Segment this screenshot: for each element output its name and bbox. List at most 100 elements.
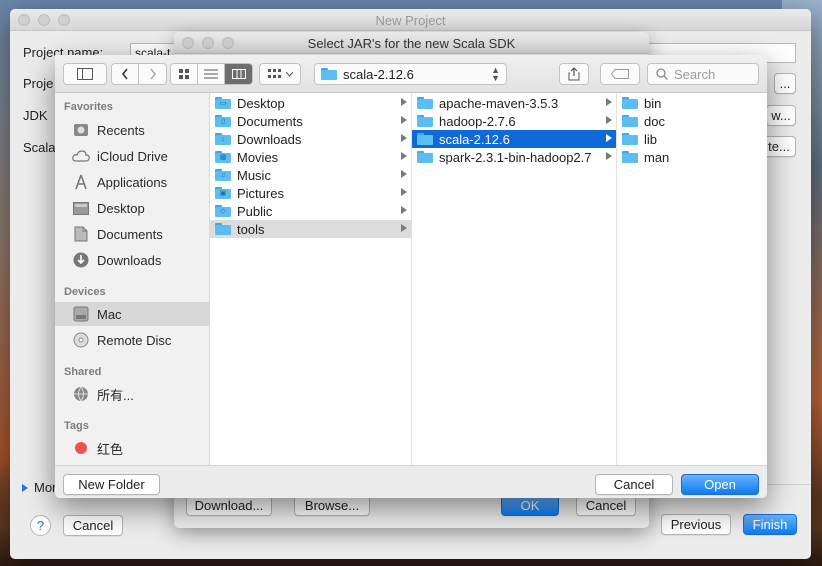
ok-button[interactable]: OK bbox=[501, 495, 559, 516]
icon-view-button[interactable] bbox=[171, 64, 198, 84]
create-scala-sdk-button[interactable]: te... bbox=[762, 136, 796, 157]
list-item[interactable]: doc bbox=[617, 112, 766, 130]
search-field[interactable]: Search bbox=[647, 63, 759, 85]
group-icon bbox=[267, 69, 281, 78]
path-popup[interactable]: scala-2.12.6 ▲ ▼ bbox=[314, 63, 507, 85]
file-chooser-footer: New Folder Cancel Open bbox=[55, 465, 767, 498]
sidebar-item-mac[interactable]: Mac bbox=[55, 302, 210, 326]
sidebar-item-shared-all[interactable]: 所有... bbox=[55, 382, 210, 406]
chevron-right-icon bbox=[401, 134, 407, 142]
open-button[interactable]: Open bbox=[681, 474, 759, 495]
grid-icon bbox=[179, 69, 189, 79]
list-item[interactable]: spark-2.3.1-bin-hadoop2.7 bbox=[412, 148, 616, 166]
forward-button[interactable] bbox=[139, 64, 166, 84]
browser-column-3: bin doc lib man bbox=[617, 93, 767, 465]
cloud-icon bbox=[72, 148, 90, 164]
chevron-right-icon bbox=[401, 170, 407, 178]
folder-icon bbox=[417, 97, 433, 109]
group-by-button[interactable] bbox=[259, 63, 301, 85]
download-button[interactable]: Download... bbox=[186, 495, 272, 516]
chevron-right-icon bbox=[606, 134, 612, 142]
file-chooser-sheet: scala-2.12.6 ▲ ▼ Search Favorites Recents… bbox=[55, 55, 767, 498]
sidebar-item-label: iCloud Drive bbox=[97, 148, 168, 164]
more-settings-toggle[interactable]: Mor bbox=[22, 480, 56, 495]
sidebar-item-documents[interactable]: Documents bbox=[55, 222, 210, 246]
folder-label: lib bbox=[644, 131, 658, 147]
list-view-button[interactable] bbox=[198, 64, 225, 84]
new-folder-button[interactable]: New Folder bbox=[63, 474, 160, 495]
dialog-cancel-button[interactable]: Cancel bbox=[576, 495, 636, 516]
downloads-icon bbox=[72, 252, 90, 268]
list-item[interactable]: ▯ Documents bbox=[210, 112, 411, 130]
sidebar-item-label: Applications bbox=[97, 174, 168, 190]
column-view-button[interactable] bbox=[225, 64, 252, 84]
tag-button[interactable] bbox=[600, 63, 640, 85]
folder-label: hadoop-2.7.6 bbox=[439, 113, 516, 129]
sidebar-item-icloud-drive[interactable]: iCloud Drive bbox=[55, 144, 210, 168]
list-item[interactable]: man bbox=[617, 148, 766, 166]
browser-column-1: ▭ Desktop ▯ Documents ↓ Downloads ▦ Movies ♫… bbox=[210, 93, 412, 465]
share-button[interactable] bbox=[559, 63, 589, 85]
updown-arrows-icon: ▲ ▼ bbox=[491, 65, 500, 83]
list-item[interactable]: apache-maven-3.5.3 bbox=[412, 94, 616, 112]
sidebar-item-recents[interactable]: Recents bbox=[55, 118, 210, 142]
favorites-header: Favorites bbox=[64, 101, 113, 113]
list-item-selected[interactable]: scala-2.12.6 bbox=[412, 130, 616, 148]
red-tag-icon bbox=[72, 440, 90, 456]
list-item[interactable]: ▭ Desktop bbox=[210, 94, 411, 112]
project-location-label: Proje bbox=[23, 76, 54, 91]
list-item[interactable]: hadoop-2.7.6 bbox=[412, 112, 616, 130]
cancel-button[interactable]: Cancel bbox=[595, 474, 673, 495]
list-item[interactable]: ▦ Movies bbox=[210, 148, 411, 166]
folder-label: spark-2.3.1-bin-hadoop2.7 bbox=[439, 149, 592, 165]
sidebar-item-applications[interactable]: Applications bbox=[55, 170, 210, 194]
sidebar-toggle-icon bbox=[77, 68, 93, 80]
folder-label: doc bbox=[644, 113, 665, 129]
window-title: New Project bbox=[375, 13, 446, 28]
list-item[interactable]: lib bbox=[617, 130, 766, 148]
back-button[interactable] bbox=[112, 64, 139, 84]
scala-sdk-label: Scala bbox=[23, 140, 56, 155]
search-placeholder: Search bbox=[674, 66, 716, 82]
file-chooser-toolbar: scala-2.12.6 ▲ ▼ Search bbox=[55, 55, 767, 93]
chevron-down-icon bbox=[285, 71, 293, 77]
folder-label: apache-maven-3.5.3 bbox=[439, 95, 559, 111]
list-item-selected[interactable]: tools bbox=[210, 220, 411, 238]
list-item[interactable]: ◇ Public bbox=[210, 202, 411, 220]
list-item[interactable]: bin bbox=[617, 94, 766, 112]
back-forward-control bbox=[111, 63, 167, 85]
browse-button[interactable]: Browse... bbox=[294, 495, 370, 516]
folder-label: man bbox=[644, 149, 670, 165]
folder-label: scala-2.12.6 bbox=[439, 131, 510, 147]
sidebar-item-desktop[interactable]: Desktop bbox=[55, 196, 210, 220]
folder-label: Music bbox=[237, 167, 271, 183]
sidebar-item-remote-disc[interactable]: Remote Disc bbox=[55, 328, 210, 352]
sidebar-toggle-button[interactable] bbox=[63, 63, 107, 85]
browse-location-button[interactable]: ... bbox=[774, 73, 796, 94]
help-button[interactable]: ? bbox=[30, 515, 51, 536]
list-item[interactable]: ▣ Pictures bbox=[210, 184, 411, 202]
sidebar-item-red-tag[interactable]: 红色 bbox=[55, 436, 210, 460]
chevron-right-icon bbox=[606, 116, 612, 124]
folder-label: Pictures bbox=[237, 185, 284, 201]
folder-icon bbox=[215, 223, 231, 235]
new-jdk-button[interactable]: w... bbox=[766, 105, 796, 126]
list-item[interactable]: ↓ Downloads bbox=[210, 130, 411, 148]
window-titlebar: New Project bbox=[10, 9, 811, 31]
finish-button[interactable]: Finish bbox=[743, 514, 797, 535]
chevron-right-icon bbox=[149, 68, 156, 80]
downloads-folder-icon: ↓ bbox=[215, 133, 231, 145]
disclosure-triangle-icon bbox=[22, 483, 28, 492]
chevron-right-icon bbox=[401, 152, 407, 160]
list-item[interactable]: ♫ Music bbox=[210, 166, 411, 184]
documents-folder-icon: ▯ bbox=[215, 115, 231, 127]
movies-folder-icon: ▦ bbox=[215, 151, 231, 163]
path-label: scala-2.12.6 bbox=[343, 66, 414, 82]
desktop-icon bbox=[72, 200, 90, 216]
cancel-project-button[interactable]: Cancel bbox=[63, 515, 123, 536]
previous-button[interactable]: Previous bbox=[661, 514, 731, 535]
public-folder-icon: ◇ bbox=[215, 205, 231, 217]
recents-icon bbox=[72, 122, 90, 138]
sidebar-item-downloads[interactable]: Downloads bbox=[55, 248, 210, 272]
tags-header: Tags bbox=[64, 420, 89, 432]
